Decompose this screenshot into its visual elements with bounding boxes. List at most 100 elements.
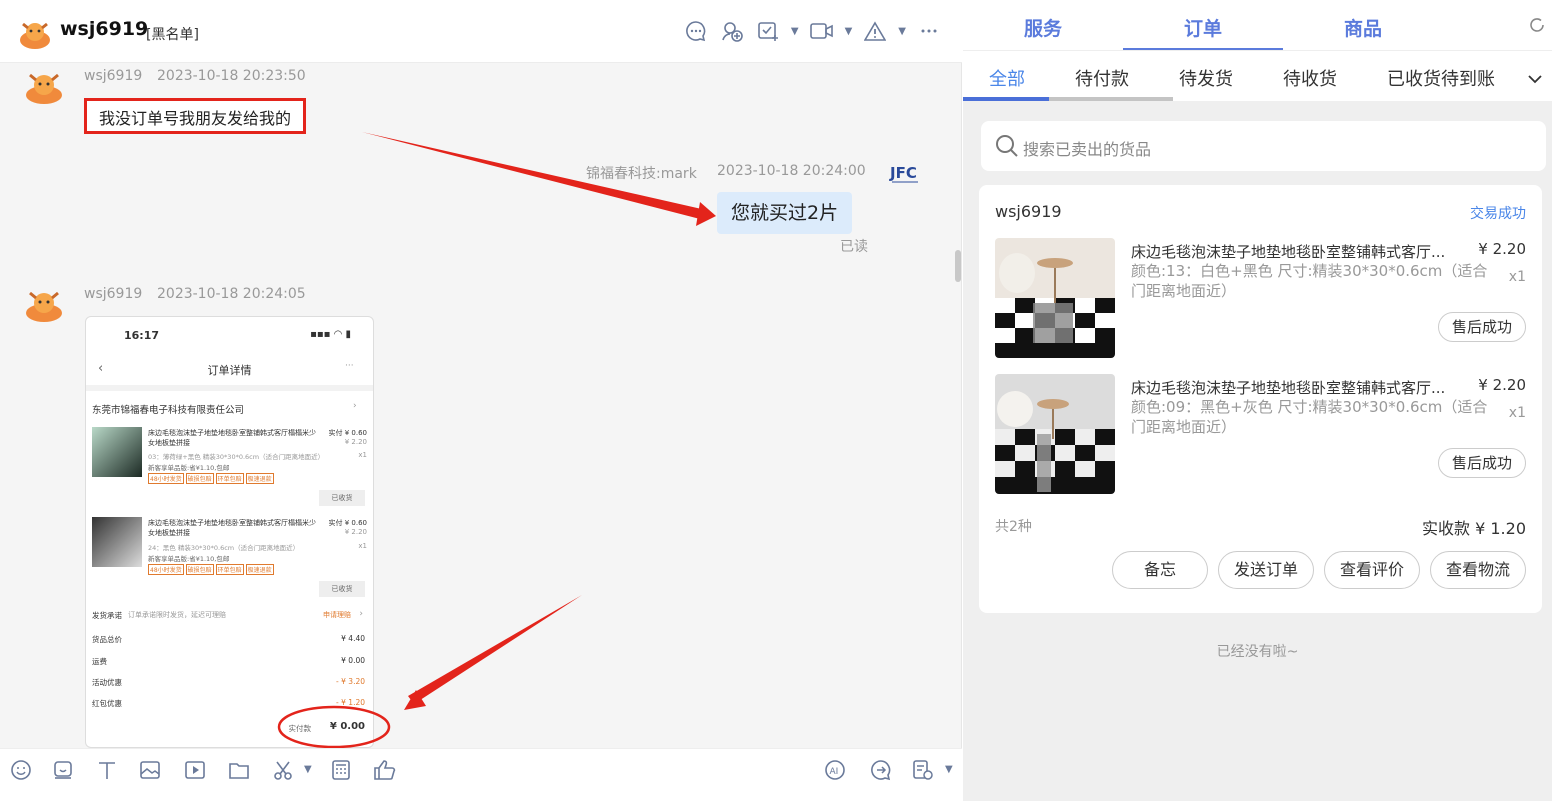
subtab-scrollbar[interactable] — [1049, 97, 1173, 101]
buyer-name: wsj6919 — [995, 202, 1062, 221]
image-icon[interactable] — [137, 757, 163, 783]
message-bubble[interactable]: 您就买过2片 — [717, 192, 853, 234]
subtab-pending-shipment[interactable]: 待发货 — [1179, 65, 1233, 91]
order-filter-tabs: 全部 待付款 待发货 待收货 已收货待到账 — [963, 51, 1552, 101]
tab-products[interactable]: 商品 — [1283, 14, 1443, 41]
subtab-received[interactable]: 已收货待到账 — [1387, 65, 1495, 91]
item-price: ¥ 2.20 — [1478, 240, 1526, 258]
input-toolbar: ▼ AI ▼ — [0, 748, 962, 801]
fee-label: 红包优惠 — [92, 699, 122, 708]
text-format-icon[interactable] — [94, 757, 120, 783]
chat-header: wsj6919 [黑名单] ▼ ▼ ▼ — [0, 0, 962, 63]
scrollbar[interactable] — [955, 250, 961, 282]
scissors-icon[interactable] — [270, 757, 296, 783]
thumbs-up-icon[interactable] — [372, 757, 398, 783]
service-tag: 环单包赔 — [215, 564, 244, 575]
folder-icon[interactable] — [226, 757, 252, 783]
order-panel: 服务 订单 商品 全部 待付款 待发货 待收货 已收货待到账 搜索已卖出的货品 … — [963, 0, 1552, 801]
tab-orders[interactable]: 订单 — [1123, 14, 1283, 41]
ai-icon[interactable]: AI — [822, 757, 848, 783]
message-bubble[interactable]: 我没订单号我朋友发给我的 — [84, 98, 307, 134]
chevron-down-icon[interactable] — [1528, 69, 1542, 88]
item-title[interactable]: 床边毛毯泡沫垫子地垫地毯卧室整铺韩式客厅... — [1131, 241, 1451, 262]
item-spec: 03：薄荷绿+黑色 精装30*30*0.6cm（适合门距离地面近） — [148, 453, 325, 461]
chevron-down-icon[interactable]: ▼ — [898, 26, 906, 37]
service-tag: 破损包赔 — [185, 473, 214, 484]
add-contact-icon[interactable] — [719, 18, 745, 44]
view-logistics-button[interactable]: 查看物流 — [1430, 551, 1526, 589]
send-order-button[interactable]: 发送订单 — [1218, 551, 1314, 589]
screen-title: 订单详情 — [207, 364, 252, 377]
phone-status-icon: ▪▪▪ ◠ ▮ — [310, 329, 351, 340]
message-list: wsj6919 2023-10-18 20:23:50 我没订单号我朋友发给我的… — [0, 64, 962, 748]
after-sale-button[interactable]: 售后成功 — [1438, 312, 1526, 342]
sender-name: wsj6919 — [84, 286, 143, 302]
fee-value: - ¥ 3.20 — [336, 677, 365, 686]
after-sale-button[interactable]: 售后成功 — [1438, 448, 1526, 478]
item-note: 新客享单品版:省¥1.10,包邮 — [148, 464, 230, 472]
received-badge: 已收货 — [319, 490, 365, 506]
image-message[interactable]: 16:17 ▪▪▪ ◠ ▮ ‹ 订单详情 ··· 东莞市锦福春电子科技有限责任公… — [85, 316, 374, 748]
refresh-icon[interactable] — [1528, 16, 1546, 38]
memo-button[interactable]: 备忘 — [1112, 551, 1208, 589]
product-thumb[interactable] — [995, 374, 1115, 494]
item-note: 新客享单品版:省¥1.10,包邮 — [148, 555, 230, 563]
active-subtab-indicator — [963, 97, 1049, 101]
total-value: ¥ 1.20 — [1475, 519, 1526, 538]
fee-label: 活动优惠 — [92, 678, 122, 687]
header-toolbar: ▼ ▼ ▼ — [683, 18, 942, 44]
more-icon[interactable] — [916, 18, 942, 44]
total-label: 实收款 — [1422, 519, 1471, 538]
subtab-all[interactable]: 全部 — [989, 65, 1025, 91]
sticker-icon[interactable] — [50, 757, 76, 783]
search-icon — [995, 134, 1019, 162]
panel-tabs: 服务 订单 商品 — [963, 0, 1552, 51]
subtab-pending-receipt[interactable]: 待收货 — [1283, 65, 1337, 91]
chevron-down-icon[interactable]: ▼ — [945, 764, 953, 775]
promise-text: 订单承诺限时发货，延迟可理赔 — [128, 611, 226, 619]
chevron-down-icon[interactable]: ▼ — [845, 26, 853, 37]
read-status: 已读 — [840, 239, 868, 255]
order-item: 床边毛毯泡沫垫子地垫地毯卧室整铺韩式客厅... ¥ 2.20 颜色:09：黑色+… — [995, 374, 1526, 494]
item-price: ¥ 2.20 — [344, 528, 367, 536]
search-input[interactable]: 搜索已卖出的货品 — [981, 121, 1546, 171]
timestamp: 2023-10-18 20:23:50 — [157, 68, 306, 84]
item-title[interactable]: 床边毛毯泡沫垫子地垫地毯卧室整铺韩式客厅... — [1131, 377, 1451, 398]
shop-logo[interactable]: JFC — [886, 158, 926, 188]
item-spec: 24：黑色 精装30*30*0.6cm（适合门距离地面近） — [148, 544, 300, 552]
service-tag: 破损包赔 — [185, 564, 214, 575]
avatar[interactable] — [18, 16, 52, 50]
service-tag: 极速退款 — [245, 473, 274, 484]
service-tag: 极速退款 — [245, 564, 274, 575]
active-tab-indicator — [1123, 48, 1283, 50]
video-icon[interactable] — [182, 757, 208, 783]
emoji-icon[interactable] — [8, 757, 34, 783]
avatar[interactable] — [24, 286, 64, 322]
task-icon[interactable] — [755, 18, 781, 44]
chat-icon[interactable] — [683, 18, 709, 44]
subtab-pending-payment[interactable]: 待付款 — [1075, 65, 1129, 91]
timestamp: 2023-10-18 20:24:00 — [717, 163, 866, 179]
chevron-right-icon: › — [359, 609, 363, 619]
chevron-down-icon[interactable]: ▼ — [791, 26, 799, 37]
item-paid: 实付 ¥ 0.60 — [328, 519, 368, 527]
calculator-icon[interactable] — [328, 757, 354, 783]
order-total: 实收款 ¥ 1.20 — [1422, 515, 1526, 539]
item-title: 床边毛毯泡沫垫子地垫地毯卧室整铺韩式客厅榻榻米少女地板垫拼接 — [148, 429, 316, 447]
svg-text:AI: AI — [830, 767, 839, 777]
fee-label: 货品总价 — [92, 635, 122, 644]
service-tag: 48小时发货 — [148, 473, 184, 484]
order-status[interactable]: 交易成功 — [1470, 203, 1526, 223]
quick-reply-icon[interactable] — [868, 757, 894, 783]
tab-service[interactable]: 服务 — [963, 14, 1123, 41]
product-thumb[interactable] — [995, 238, 1115, 358]
chevron-down-icon[interactable]: ▼ — [304, 764, 312, 775]
video-icon[interactable] — [809, 18, 835, 44]
contact-name: wsj6919 — [60, 18, 149, 40]
sender-name: wsj6919 — [84, 68, 143, 84]
view-review-button[interactable]: 查看评价 — [1324, 551, 1420, 589]
avatar[interactable] — [24, 68, 64, 104]
history-icon[interactable] — [910, 757, 936, 783]
warning-icon[interactable] — [862, 18, 888, 44]
order-card: wsj6919 交易成功 床边毛毯泡沫垫子地垫地毯卧室整铺韩式客厅... ¥ 2… — [979, 185, 1542, 613]
